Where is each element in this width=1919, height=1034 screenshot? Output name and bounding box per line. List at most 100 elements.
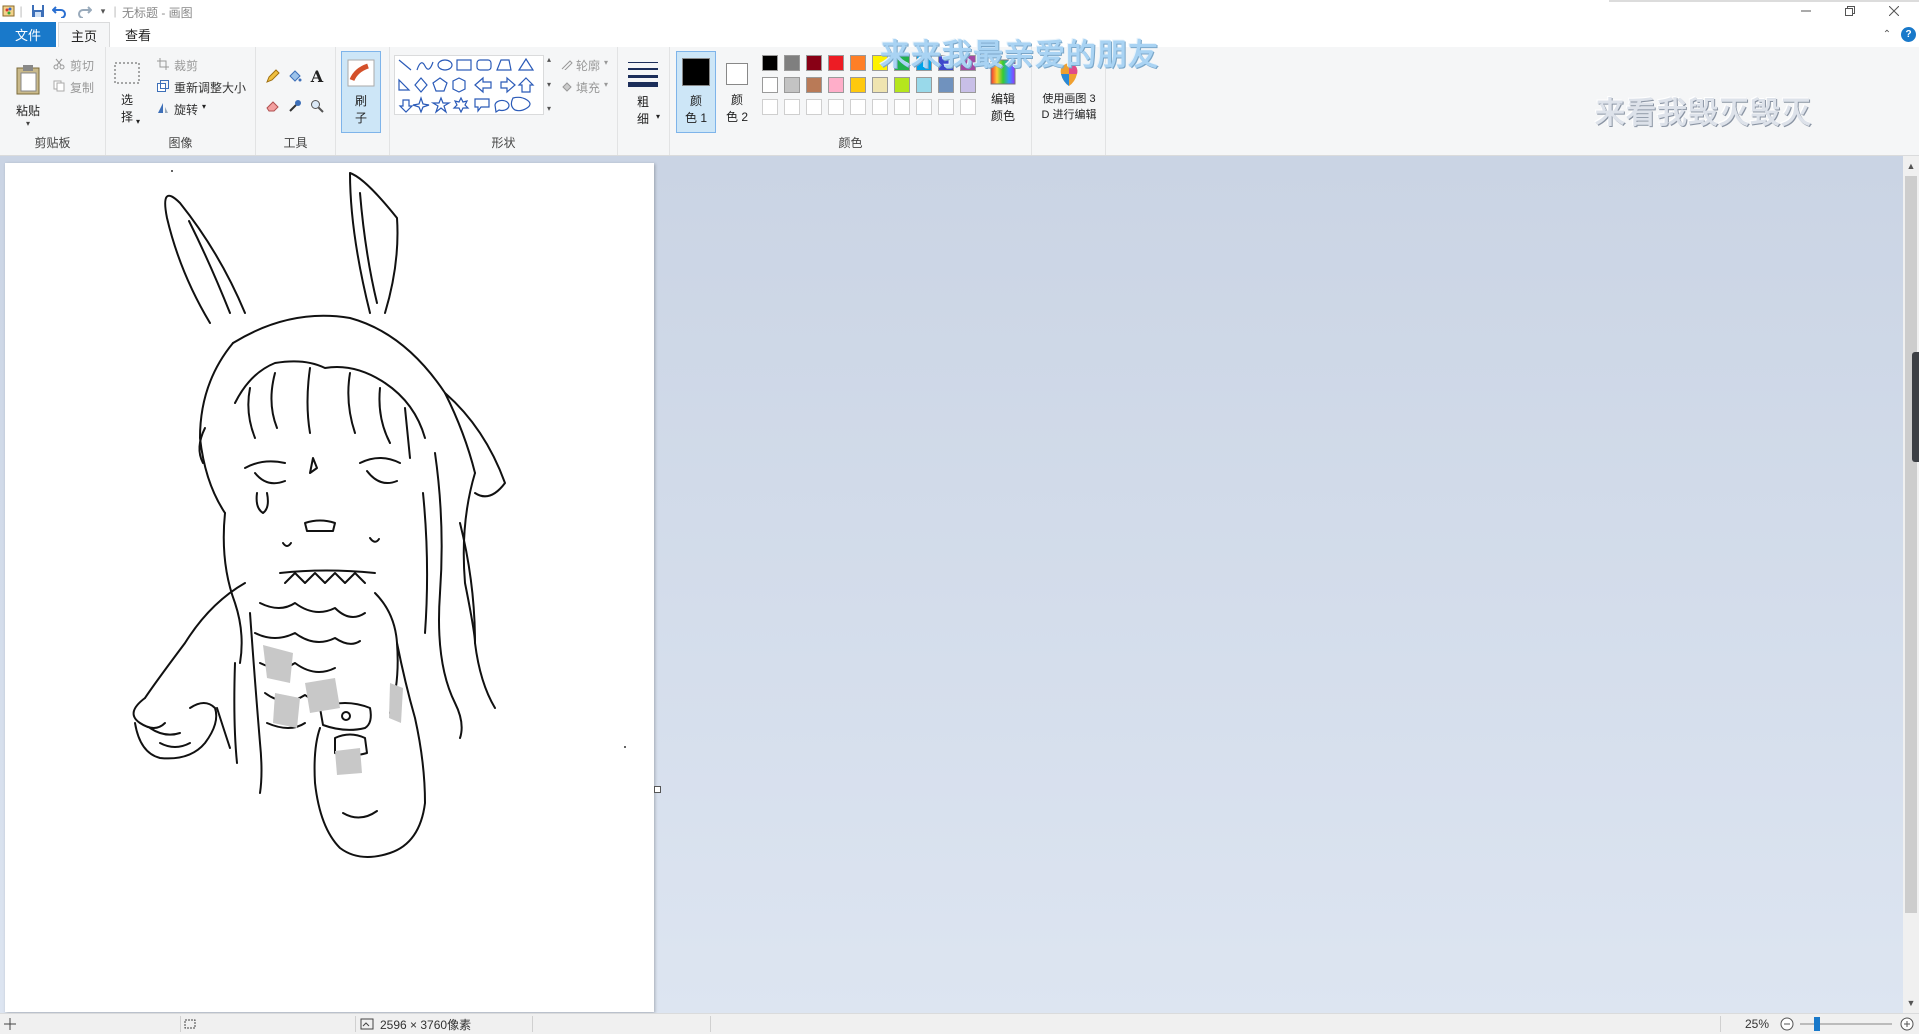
paste-label: 粘贴 [15,104,40,118]
copy-button[interactable]: 复制 [70,79,94,96]
restore-button[interactable] [1827,0,1873,22]
paint-app-icon[interactable] [1,2,17,20]
paste-button[interactable]: 粘贴 ▾ [10,53,46,139]
status-separator [1720,1016,1721,1032]
zoom-out-button[interactable] [1780,1014,1794,1034]
image-dimensions: 2596 × 3760像素 [380,1017,472,1032]
color1-button[interactable]: 颜 色 1 [676,51,716,133]
cut-button[interactable]: 剪切 [70,57,94,74]
rotate-button[interactable]: 旋转 [174,101,198,118]
zoom-in-icon [1900,1017,1914,1031]
color-picker-icon[interactable] [286,97,304,115]
customize-qat-icon[interactable]: ▾ [98,2,108,20]
image-group: 选 择 ▾ 裁剪 重新调整大小 旋转 ▾ 图像 [106,47,256,155]
select-label-line1: 选 [120,93,133,107]
size-label-line1: 粗 [636,95,649,109]
outline-button[interactable]: 轮廓 [576,57,600,74]
edit-colors-label-line2: 颜色 [990,109,1015,123]
outline-icon [560,57,574,71]
tab-view[interactable]: 查看 [112,22,164,47]
chevron-down-icon: ▾ [604,80,609,89]
palette-color-swatch[interactable] [784,55,800,71]
palette-color-swatch[interactable] [762,77,778,93]
fill-button[interactable]: 填充 [576,79,600,96]
shapes-gallery-scroll[interactable]: ▴ ▾ ▾ [544,55,554,113]
palette-color-swatch[interactable] [960,77,976,93]
close-button[interactable] [1871,0,1917,22]
palette-color-swatch[interactable] [916,77,932,93]
palette-color-swatch[interactable] [762,99,778,115]
chevron-down-icon: ▾ [656,112,661,121]
palette-color-swatch[interactable] [872,99,888,115]
zoom-in-button[interactable] [1900,1014,1914,1034]
chevron-down-icon: ▾ [25,119,30,128]
zoom-slider-thumb[interactable] [1814,1017,1821,1031]
undo-icon[interactable] [50,2,68,20]
chevron-down-icon: ▾ [202,102,207,111]
tab-file[interactable]: 文件 [0,22,56,47]
scroll-down-icon[interactable]: ▼ [1903,995,1919,1011]
minimize-button[interactable] [1783,0,1829,22]
chevron-down-icon: ▾ [604,58,609,67]
pencil-icon[interactable] [264,67,282,85]
resize-button[interactable]: 重新调整大小 [174,79,246,96]
selection-size-icon [184,1014,196,1034]
palette-color-swatch[interactable] [850,77,866,93]
status-separator [355,1016,356,1032]
palette-color-swatch[interactable] [762,55,778,71]
palette-color-swatch[interactable] [806,55,822,71]
palette-color-swatch[interactable] [828,99,844,115]
palette-color-swatch[interactable] [916,99,932,115]
shapes-gallery[interactable] [394,55,544,115]
palette-color-swatch[interactable] [850,55,866,71]
brushes-button[interactable]: 刷 子 [341,51,381,133]
palette-color-swatch[interactable] [828,55,844,71]
save-icon[interactable] [29,2,47,20]
magnifier-icon[interactable] [308,97,326,115]
palette-color-swatch[interactable] [938,77,954,93]
zoom-slider[interactable] [1800,1014,1896,1034]
color2-button[interactable]: 颜 色 2 [718,51,756,131]
drawing-canvas[interactable] [5,163,654,1012]
redo-icon[interactable] [76,2,94,20]
resize-icon [156,79,170,93]
canvas-resize-handle[interactable] [654,786,661,793]
palette-color-swatch[interactable] [938,99,954,115]
palette-color-swatch[interactable] [960,99,976,115]
palette-color-swatch[interactable] [894,99,910,115]
vertical-scrollbar[interactable]: ▲ ▼ [1903,156,1919,1013]
title-bar: | ▾ | 无标题 - 画图 [0,0,1919,22]
palette-color-swatch[interactable] [850,99,866,115]
text-tool-icon[interactable]: A [308,67,326,86]
shapes-group-label: 形状 [491,136,516,150]
palette-color-swatch[interactable] [894,77,910,93]
color1-label-line2: 色 1 [684,111,707,125]
chevron-down-icon: ▾ [136,117,141,126]
brushes-label-line1: 刷 [354,94,367,108]
clipboard-group-label: 剪贴板 [34,136,71,150]
rotate-icon [156,101,170,115]
collapse-ribbon-icon[interactable]: ⌃ [1880,27,1894,41]
palette-color-swatch[interactable] [784,77,800,93]
eraser-icon[interactable] [264,97,282,115]
tab-home[interactable]: 主页 [58,22,110,48]
brushes-group: 刷 子 [336,47,390,155]
clipboard-icon [16,65,40,95]
palette-color-swatch[interactable] [806,77,822,93]
help-icon[interactable]: ? [1901,27,1916,42]
size-button[interactable]: 粗 细 [624,53,662,133]
primary-color-swatch [682,58,710,86]
fill-bucket-icon[interactable] [286,67,304,85]
crop-button[interactable]: 裁剪 [174,57,198,74]
overlay-caption: 来看我毁灭毁灭 [1595,96,1812,131]
color1-label-line1: 颜 [689,94,702,108]
separator: | [19,4,23,18]
scroll-up-icon[interactable]: ▲ [1903,158,1919,174]
scrollbar-thumb[interactable] [1905,176,1917,913]
palette-color-swatch[interactable] [828,77,844,93]
color2-label-line1: 颜 [730,93,743,107]
paint3d-label-line1: 使用画图 3 [1042,93,1096,105]
palette-color-swatch[interactable] [806,99,822,115]
palette-color-swatch[interactable] [872,77,888,93]
palette-color-swatch[interactable] [784,99,800,115]
